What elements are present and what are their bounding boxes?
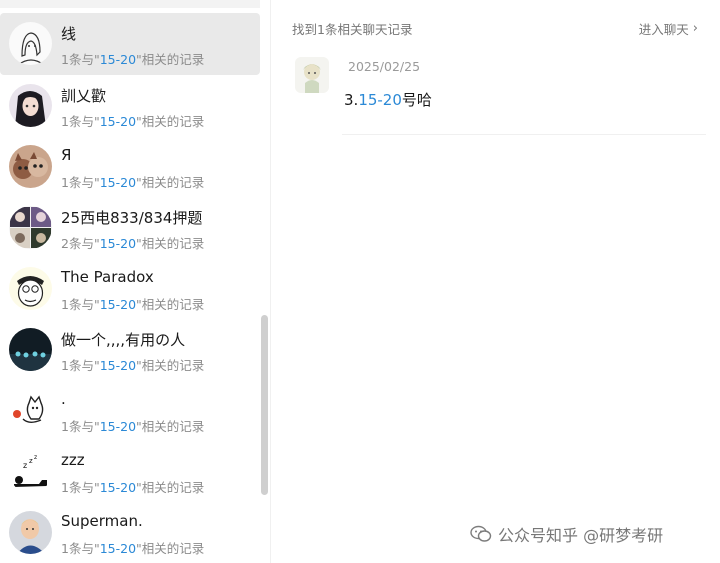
dark-scene-avatar-icon (9, 328, 52, 371)
list-top-strip (0, 0, 260, 8)
watermark: 公众号知乎 @研梦考研 (470, 522, 663, 546)
match-prefix: 条与" (68, 541, 100, 556)
message-highlight: 15-20 (358, 91, 402, 109)
match-count: 1 (61, 52, 69, 67)
svg-text:z: z (29, 457, 33, 465)
match-term: 15-20 (99, 114, 137, 129)
result-name: 做一个,,,,有用の人 (61, 331, 186, 349)
result-match-count: 1条与"15-20"相关的记录 (61, 294, 204, 313)
match-count: 1 (61, 541, 69, 556)
result-name: Я (61, 146, 72, 164)
result-name: 线 (61, 25, 77, 43)
cats-avatar-icon (9, 145, 52, 188)
result-match-count: 1条与"15-20"相关的记录 (61, 172, 204, 191)
result-match-count: 1条与"15-20"相关的记录 (61, 355, 204, 374)
search-result-item[interactable]: z z z zzz 1条与"15-20"相关的记录 (0, 441, 260, 502)
search-result-item[interactable]: 做一个,,,,有用の人 1条与"15-20"相关的记录 (0, 319, 260, 380)
message-prefix: 3. (344, 91, 359, 109)
match-suffix: "相关的记录 (136, 419, 205, 434)
match-prefix: 条与" (68, 358, 100, 373)
match-suffix: "相关的记录 (136, 236, 205, 251)
result-name: 訓乂歡 (61, 87, 107, 105)
match-count: 1 (61, 175, 69, 190)
search-results-pane: 线 1条与"15-20"相关的记录 訓乂歡 1条与"15-20"相关的记录 Я 1条与"1… (0, 0, 268, 563)
match-term: 15-20 (99, 175, 137, 190)
scrollbar[interactable] (261, 315, 268, 495)
match-suffix: "相关的记录 (136, 52, 205, 67)
match-prefix: 条与" (68, 114, 100, 129)
match-count: 1 (61, 114, 69, 129)
match-suffix: "相关的记录 (136, 297, 205, 312)
found-count-text: 找到1条相关聊天记录 (292, 22, 413, 37)
cartoon-face-avatar-icon (9, 267, 52, 310)
result-match-count: 1条与"15-20"相关的记录 (61, 416, 204, 435)
match-count: 1 (61, 358, 69, 373)
result-name: zzz (61, 451, 85, 469)
result-match-count: 1条与"15-20"相关的记录 (61, 49, 204, 68)
message-sender-avatar[interactable] (295, 57, 329, 93)
match-term: 15-20 (99, 480, 137, 495)
svg-text:z: z (34, 454, 37, 461)
sleeping-avatar-icon: zzz (9, 450, 52, 493)
result-name: The Paradox (61, 268, 154, 286)
search-result-item[interactable]: Superman. 1条与"15-20"相关的记录 (0, 502, 260, 563)
cat-drawing-avatar-icon (9, 389, 52, 432)
match-prefix: 条与" (68, 175, 100, 190)
result-name: . (61, 390, 66, 408)
watermark-text: 公众号知乎 @研梦考研 (498, 526, 664, 545)
search-result-item[interactable]: Я 1条与"15-20"相关的记录 (0, 136, 260, 197)
match-count: 1 (61, 419, 69, 434)
search-result-item[interactable]: . 1条与"15-20"相关的记录 (0, 380, 260, 441)
search-result-item[interactable]: 25西电833/834押题 2条与"15-20"相关的记录 (0, 197, 260, 258)
match-prefix: 条与" (68, 52, 100, 67)
result-match-count: 1条与"15-20"相关的记录 (61, 111, 204, 130)
message-separator (342, 134, 706, 135)
match-term: 15-20 (99, 419, 137, 434)
match-term: 15-20 (99, 297, 137, 312)
match-suffix: "相关的记录 (136, 541, 205, 556)
match-term: 15-20 (99, 541, 137, 556)
match-suffix: "相关的记录 (136, 480, 205, 495)
match-prefix: 条与" (68, 297, 100, 312)
message-text[interactable]: 3.15-20号哈 (344, 89, 432, 110)
sketch-avatar-icon (9, 22, 52, 65)
match-prefix: 条与" (68, 480, 100, 495)
search-result-item[interactable]: The Paradox 1条与"15-20"相关的记录 (0, 258, 260, 319)
result-match-count: 1条与"15-20"相关的记录 (61, 477, 204, 496)
match-term: 15-20 (99, 52, 137, 67)
match-term: 15-20 (99, 358, 137, 373)
chevron-right-icon: › (692, 21, 698, 36)
match-count: 1 (61, 480, 69, 495)
anime-girl-avatar-icon (9, 84, 52, 127)
wechat-icon (470, 525, 492, 542)
result-name: 25西电833/834押题 (61, 209, 203, 227)
group-avatar-icon (9, 206, 52, 249)
match-count: 2 (61, 236, 69, 251)
enter-chat-label: 进入聊天 (638, 22, 689, 37)
search-result-item[interactable]: 线 1条与"15-20"相关的记录 (0, 13, 260, 75)
svg-text:z: z (23, 461, 27, 470)
enter-chat-link[interactable]: 进入聊天 › (639, 19, 698, 38)
result-list: 线 1条与"15-20"相关的记录 訓乂歡 1条与"15-20"相关的记录 Я 1条与"1… (0, 13, 260, 563)
match-suffix: "相关的记录 (136, 175, 205, 190)
baby-photo-avatar-icon (9, 511, 52, 554)
match-suffix: "相关的记录 (136, 114, 205, 129)
message-suffix: 号哈 (401, 91, 432, 109)
match-suffix: "相关的记录 (136, 358, 205, 373)
match-prefix: 条与" (68, 236, 100, 251)
match-prefix: 条与" (68, 419, 100, 434)
match-count: 1 (61, 297, 69, 312)
search-result-item[interactable]: 訓乂歡 1条与"15-20"相关的记录 (0, 75, 260, 136)
message-date: 2025/02/25 (348, 59, 421, 74)
result-match-count: 1条与"15-20"相关的记录 (61, 538, 204, 557)
result-match-count: 2条与"15-20"相关的记录 (61, 233, 204, 252)
chat-detail-pane: 找到1条相关聊天记录 进入聊天 › 2025/02/25 3.15-20号哈 (271, 0, 720, 563)
result-name: Superman. (61, 512, 143, 530)
match-term: 15-20 (99, 236, 137, 251)
